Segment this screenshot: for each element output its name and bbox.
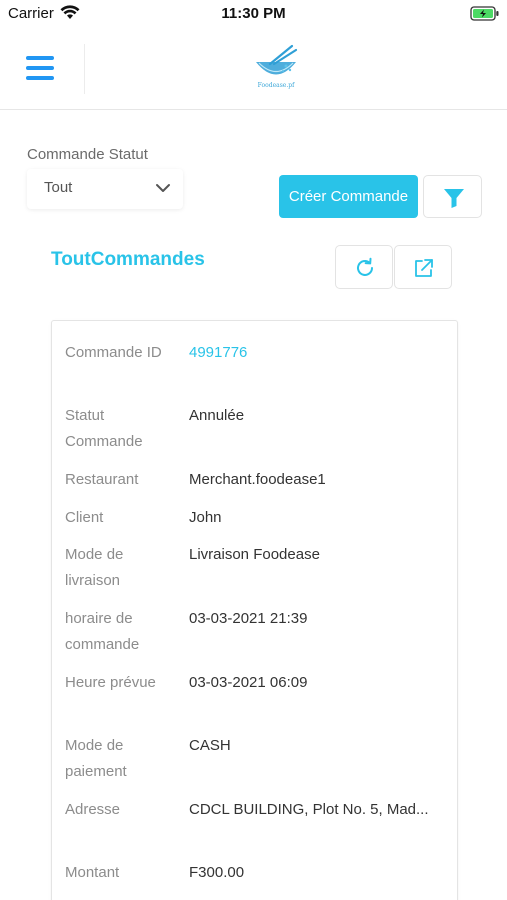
section-title: ToutCommandes: [51, 249, 205, 270]
order-card[interactable]: Commande ID 4991776 Statut Commande Annu…: [51, 320, 458, 900]
battery-charging-icon: [470, 6, 499, 21]
payment-mode-label: Mode de paiement: [65, 737, 127, 780]
client-label: Client: [65, 509, 104, 526]
external-link-icon: [415, 259, 433, 277]
brand-logo-text: Foodease.pf: [257, 82, 295, 89]
chevron-down-icon: [156, 184, 170, 192]
address-value: CDCL BUILDING, Plot No. 5, Mad...: [189, 801, 429, 818]
order-status-value: Annulée: [189, 407, 245, 424]
export-button[interactable]: [394, 245, 452, 289]
order-time-value: 03-03-2021 21:39: [189, 610, 308, 627]
address-label: Adresse: [65, 801, 121, 818]
bowl-chopsticks-icon: [256, 44, 298, 75]
amount-value: F300.00: [189, 864, 245, 881]
client-value: John: [189, 509, 222, 526]
clock-time: 11:30 PM: [221, 5, 286, 22]
status-select[interactable]: Tout: [27, 169, 183, 209]
filter-button[interactable]: [423, 175, 482, 218]
hamburger-menu-icon[interactable]: [22, 54, 58, 84]
restaurant-label: Restaurant: [65, 471, 139, 488]
order-id-link[interactable]: 4991776: [189, 340, 444, 366]
brand-logo: Foodease.pf: [250, 42, 302, 94]
delivery-mode-value: Livraison Foodease: [189, 546, 320, 563]
status-bar: Carrier 11:30 PM: [0, 0, 507, 30]
app-header: Foodease.pf: [0, 30, 507, 110]
restaurant-value: Merchant.foodease1: [189, 471, 326, 488]
refresh-button[interactable]: [335, 245, 393, 289]
delivery-mode-label: Mode de livraison: [65, 546, 124, 589]
amount-label: Montant: [65, 864, 120, 881]
status-select-value: Tout: [44, 179, 73, 196]
status-filter-label: Commande Statut: [27, 146, 148, 163]
header-divider: [84, 44, 85, 94]
filter-icon: [444, 189, 464, 208]
scheduled-time-value: 03-03-2021 06:09: [189, 674, 308, 691]
order-time-label: horaire de commande: [65, 610, 140, 653]
payment-mode-value: CASH: [189, 737, 231, 754]
order-status-label: Statut Commande: [65, 407, 143, 450]
refresh-icon: [357, 257, 373, 276]
order-id-label: Commande ID: [65, 344, 162, 361]
scheduled-time-label: Heure prévue: [65, 674, 156, 691]
create-order-button[interactable]: Créer Commande: [279, 175, 418, 218]
